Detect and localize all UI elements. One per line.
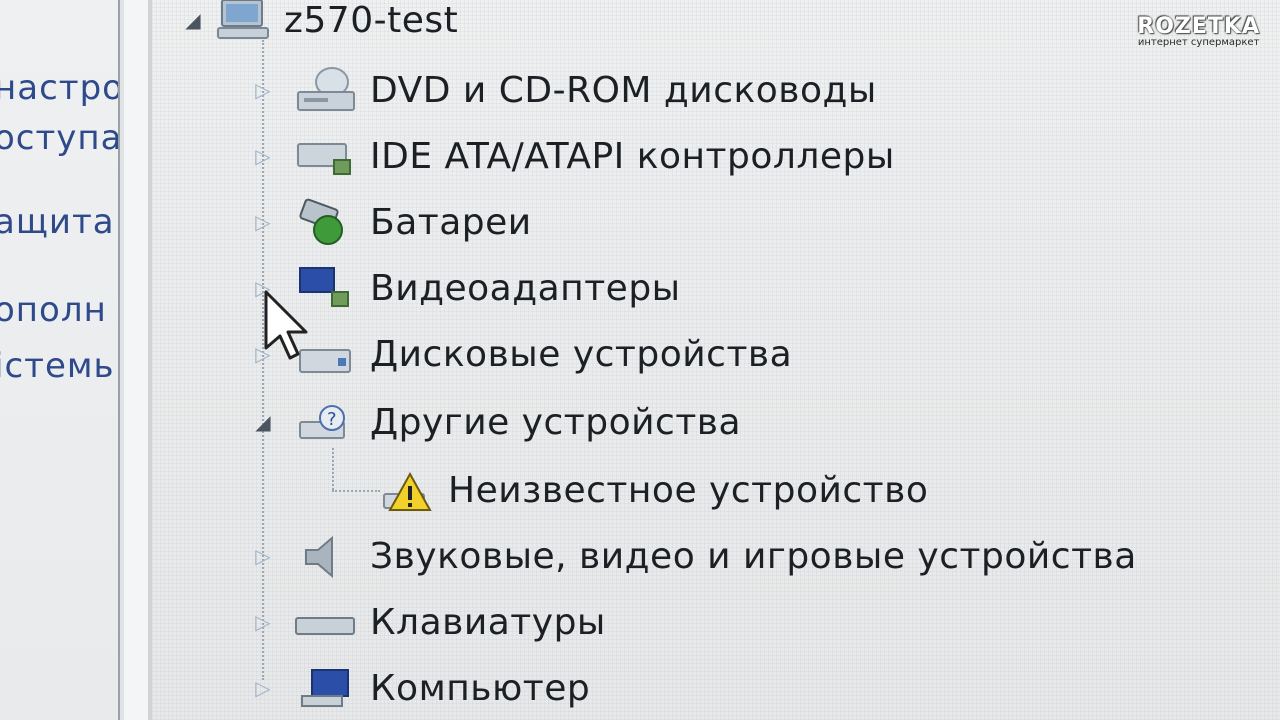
other-devices-icon: ? (292, 396, 358, 448)
tree-item[interactable]: ▷ Клавиатуры (252, 592, 606, 652)
watermark-subtitle: интернет супермаркет (1137, 37, 1260, 48)
device-tree: ◢ z570-test ▷ DVD и CD-ROM дисководы ▷ I… (152, 0, 1280, 720)
tree-item[interactable]: ▷ Компьютер (252, 658, 590, 718)
root-label: z570-test (284, 0, 459, 41)
tree-item[interactable]: ▷ Видеоадаптеры (252, 258, 681, 318)
left-pane-item[interactable]: ащита (0, 202, 115, 242)
expand-arrow-icon[interactable]: ▷ (252, 78, 274, 102)
expand-arrow-icon[interactable]: ▷ (252, 210, 274, 234)
tree-item[interactable]: ▷ Звуковые, видео и игровые устройства (252, 526, 1137, 586)
warning-device-icon (380, 464, 436, 516)
tree-item[interactable]: ▷ Батареи (252, 192, 532, 252)
tree-item-label: Видеоадаптеры (370, 267, 681, 309)
tree-connector (332, 448, 334, 490)
dvd-drive-icon (292, 64, 358, 116)
tree-item-label: Дисковые устройства (370, 333, 793, 375)
tree-item[interactable]: ▷ DVD и CD-ROM дисководы (252, 60, 877, 120)
mouse-cursor-icon (264, 290, 312, 366)
ide-controller-icon (292, 130, 358, 182)
left-action-pane: настро оступа ащита ополн істемь (0, 0, 118, 720)
tree-item-label: Батареи (370, 201, 532, 243)
watermark-title: ROZETKA (1137, 14, 1260, 39)
expand-arrow-icon[interactable]: ▷ (252, 544, 274, 568)
left-pane-item[interactable]: ополн (0, 290, 107, 330)
tree-item[interactable]: ◢ ? Другие устройства (252, 392, 741, 452)
tree-item-label: Компьютер (370, 667, 591, 709)
svg-text:?: ? (327, 409, 337, 430)
tree-item-label: IDE ATA/ATAPI контроллеры (370, 135, 895, 177)
collapse-arrow-icon[interactable]: ◢ (252, 410, 274, 434)
tree-item-label: Другие устройства (370, 401, 742, 443)
tree-item-label: Звуковые, видео и игровые устройства (370, 535, 1137, 577)
tree-item[interactable]: ▷ Дисковые устройства (252, 324, 792, 384)
tree-item-label: DVD и CD-ROM дисководы (370, 69, 877, 111)
computer-icon (214, 0, 274, 46)
tree-item-label: Клавиатуры (370, 601, 606, 643)
keyboard-icon (292, 596, 358, 648)
tree-child-item[interactable]: Неизвестное устройство (362, 460, 928, 520)
left-pane-item[interactable]: істемь (0, 346, 115, 386)
expand-arrow-icon[interactable]: ▷ (252, 144, 274, 168)
computer-icon (292, 662, 358, 714)
left-pane-item[interactable]: настро (0, 68, 118, 108)
battery-icon (292, 196, 358, 248)
tree-item[interactable]: ▷ IDE ATA/ATAPI контроллеры (252, 126, 895, 186)
speaker-icon (292, 530, 358, 582)
collapse-arrow-icon[interactable]: ◢ (182, 8, 204, 32)
tree-root[interactable]: ◢ z570-test (182, 0, 458, 50)
device-manager-screen: настро оступа ащита ополн істемь ◢ z570-… (0, 0, 1280, 720)
pane-splitter[interactable] (118, 0, 152, 720)
expand-arrow-icon[interactable]: ▷ (252, 610, 274, 634)
rozetka-watermark: ROZETKA интернет супермаркет (1137, 14, 1260, 48)
expand-arrow-icon[interactable]: ▷ (252, 676, 274, 700)
left-pane-item[interactable]: оступа (0, 118, 118, 158)
tree-item-label: Неизвестное устройство (448, 469, 929, 511)
